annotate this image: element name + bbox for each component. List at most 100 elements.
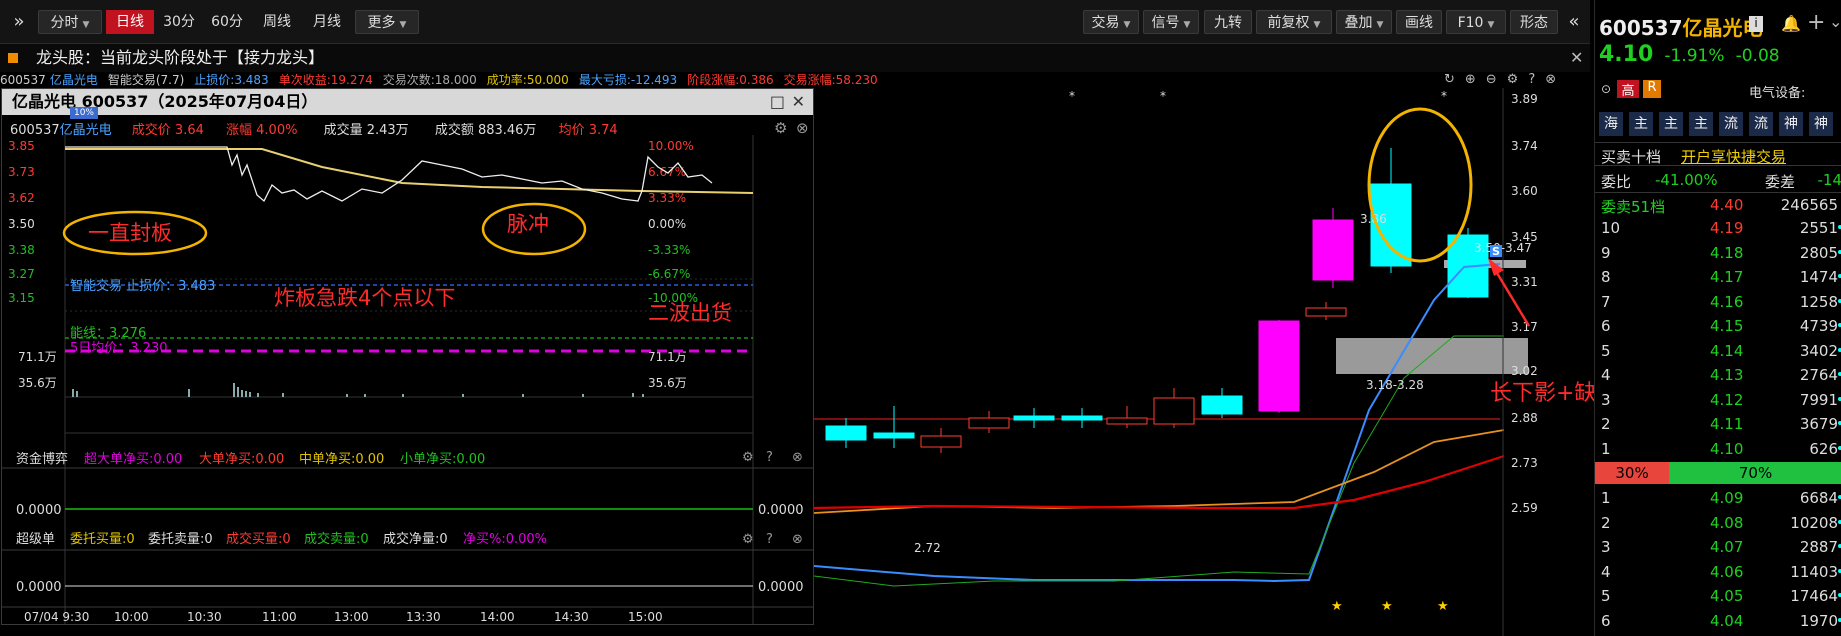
kline-annotation: 长下影+缺口支撑	[1490, 381, 1594, 406]
info-icon[interactable]: i	[1749, 16, 1763, 32]
fund-left-value: 0.0000	[16, 503, 62, 518]
asks-row[interactable]: 5 4.14 3402	[1595, 339, 1841, 363]
close-icon[interactable]: ✕	[792, 89, 805, 115]
intraday-chart[interactable]: 3.853.733.623.503.383.273.1510.00%6.67%3…	[2, 135, 813, 626]
chart-tool-icons[interactable]: ↻⊕⊖⚙?⊗	[1444, 72, 1584, 88]
nine-turn-button[interactable]: 九转	[1204, 10, 1252, 34]
asks-row[interactable]: 3 4.12 7991	[1595, 388, 1841, 412]
level-volume: 2805	[1799, 243, 1838, 262]
info-item: 600537	[0, 73, 46, 87]
intraday-popup[interactable]: 亿晶光电 600537（2025年07月04日） □ ✕ 600537亿晶光电 …	[1, 88, 814, 625]
draw-line-button[interactable]: 画线	[1396, 10, 1442, 34]
signal-dropdown[interactable]: 信号 ▼	[1143, 10, 1199, 34]
change-percent: -1.91%	[1664, 46, 1725, 66]
asks-row[interactable]: 8 4.17 1474	[1595, 265, 1841, 289]
info-item: 阶段涨幅:0.386	[687, 73, 774, 87]
ratio-sell: 30%	[1595, 462, 1670, 484]
menu-icon[interactable]: »	[6, 10, 32, 34]
form-button[interactable]: 形态	[1510, 10, 1558, 34]
annotation-text: 脉冲	[507, 212, 549, 236]
help-icon[interactable]: ?	[766, 450, 773, 465]
tab-weekly[interactable]: 周线	[256, 10, 298, 34]
overlay-dropdown[interactable]: 叠加 ▼	[1336, 10, 1392, 34]
kline-chart[interactable]: 3.893.743.603.453.313.173.022.882.732.59…	[814, 88, 1594, 636]
asks-row[interactable]: 6 4.15 4739	[1595, 314, 1841, 338]
bids-row[interactable]: 5 4.05 17464	[1595, 584, 1841, 608]
price-axis-tick: 3.31	[1511, 275, 1538, 289]
bell-icon[interactable]: 🔔	[1781, 14, 1801, 33]
gear-icon[interactable]: ⚙	[742, 532, 754, 547]
weicha-value: -14	[1817, 171, 1841, 189]
tab-30min[interactable]: 30分	[158, 10, 200, 34]
asks-row[interactable]: 4 4.13 2764	[1595, 363, 1841, 387]
tab-quick-trade[interactable]: 开户享快捷交易	[1681, 146, 1786, 167]
time-tick: 14:00	[480, 610, 515, 624]
candle-body	[1201, 395, 1243, 415]
nav-button[interactable]: 流	[1749, 112, 1773, 136]
price-axis-tick: 2.88	[1511, 411, 1538, 425]
bids-row[interactable]: 2 4.08 10208	[1595, 511, 1841, 535]
asks-row[interactable]: 9 4.18 2805	[1595, 241, 1841, 265]
chevron-down-icon[interactable]: ⌄	[1829, 12, 1841, 31]
plus-icon[interactable]: +	[1807, 10, 1825, 35]
nav-button[interactable]: 主	[1629, 112, 1653, 136]
level-price: 4.05	[1710, 587, 1744, 605]
level-price: 4.10	[1710, 439, 1744, 458]
nav-button[interactable]: 神	[1779, 112, 1803, 136]
nav-button[interactable]: 神	[1809, 112, 1833, 136]
level-volume: 2764	[1799, 366, 1838, 384]
fund-title: 资金博弈	[16, 451, 68, 467]
level-label: 3	[1601, 538, 1611, 556]
nav-button[interactable]: 流	[1719, 112, 1743, 136]
info-item: 单次收益:19.274	[278, 73, 373, 87]
price-tick: 3.62	[8, 191, 35, 205]
bids-row[interactable]: 6 4.04 1970	[1595, 609, 1841, 633]
nav-button[interactable]: 主	[1659, 112, 1683, 136]
level-volume: 1258	[1799, 292, 1838, 311]
stock-header: 600537亿晶光电	[1599, 12, 1763, 41]
adjust-dropdown[interactable]: 前复权 ▼	[1256, 10, 1332, 34]
tag-high[interactable]: 高	[1617, 80, 1639, 99]
fund-super: 超大单净买:0.00	[84, 452, 182, 467]
fund-right-value: 0.0000	[758, 503, 804, 518]
bids-row[interactable]: 1 4.09 6684	[1595, 486, 1841, 510]
last-price: 4.10	[1599, 42, 1654, 67]
close-circle-icon[interactable]: ⊗	[792, 450, 803, 465]
asks-row[interactable]: 10 4.19 2551	[1595, 216, 1841, 240]
tab-order-book[interactable]: 买卖十档	[1601, 146, 1661, 167]
collapse-icon[interactable]: «	[1562, 10, 1586, 34]
minimize-icon[interactable]: □	[770, 89, 785, 115]
level-label: 2	[1601, 415, 1611, 433]
trade-dropdown[interactable]: 交易 ▼	[1083, 10, 1139, 34]
nav-button[interactable]: 主	[1689, 112, 1713, 136]
close-icon[interactable]: ✕	[1570, 44, 1583, 72]
level-label: 9	[1601, 243, 1611, 262]
time-tick: 15:00	[628, 610, 663, 624]
ma20-line	[814, 429, 1505, 514]
weibi-row: 委比 -41.00% 委差 -14	[1595, 168, 1841, 192]
nav-button[interactable]: 海	[1599, 112, 1623, 136]
tab-timeshare-label: 分时	[50, 15, 79, 31]
tag-r[interactable]: R	[1643, 80, 1661, 98]
gear-icon[interactable]: ⚙	[742, 450, 754, 465]
bids-row[interactable]: 3 4.07 2887	[1595, 535, 1841, 559]
level-volume: 6684	[1799, 489, 1838, 507]
buy-sell-ratio-bar: 30% 70%	[1595, 462, 1841, 484]
level-label: 5	[1601, 341, 1611, 360]
tab-more[interactable]: 更多 ▼	[355, 10, 419, 34]
price-axis-tick: 2.59	[1511, 501, 1538, 515]
tab-monthly[interactable]: 月线	[306, 10, 348, 34]
asks-row[interactable]: 7 4.16 1258	[1595, 290, 1841, 314]
close-circle-icon[interactable]: ⊗	[792, 532, 803, 547]
tab-timeshare[interactable]: 分时 ▼	[38, 10, 102, 34]
time-tick: 11:00	[262, 610, 297, 624]
asks-row[interactable]: 1 4.10 626	[1595, 437, 1841, 461]
tab-60min[interactable]: 60分	[206, 10, 248, 34]
f10-dropdown[interactable]: F10 ▼	[1446, 10, 1506, 34]
time-tick: 14:30	[554, 610, 589, 624]
help-icon[interactable]: ?	[766, 532, 773, 547]
bids-row[interactable]: 4 4.06 11403	[1595, 560, 1841, 584]
superorder-tb: 成交买量:0	[226, 531, 291, 547]
asks-row[interactable]: 2 4.11 3679	[1595, 412, 1841, 436]
tab-daily[interactable]: 日线	[106, 10, 154, 34]
